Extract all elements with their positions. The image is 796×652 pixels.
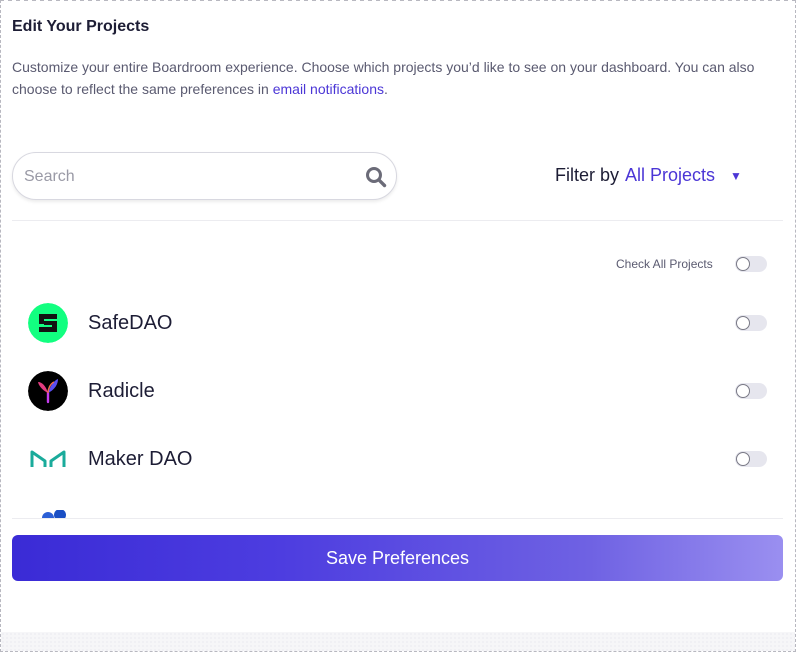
filter-selected-value[interactable]: All Projects [625,165,715,186]
check-all-toggle[interactable] [735,256,767,272]
footer-divider [12,518,783,519]
page-title: Edit Your Projects [12,18,150,35]
background-pattern [1,632,795,651]
search-box[interactable] [12,152,397,200]
project-row-safedao: SafeDAO [28,303,768,343]
caret-down-icon[interactable]: ▼ [730,169,742,183]
project-list-overflow [0,500,796,518]
toggle-knob [736,452,750,466]
toggle-knob [736,257,750,271]
makerdao-logo-icon [28,439,68,479]
filter-dropdown[interactable]: Filter by All Projects ▼ [555,165,742,186]
project-name: SafeDAO [88,312,173,334]
project-toggle-makerdao[interactable] [735,451,767,467]
check-all-label: Check All Projects [616,257,713,271]
project-toggle-safedao[interactable] [735,315,767,331]
toggle-knob [736,316,750,330]
description-suffix: . [383,81,388,97]
email-notifications-link[interactable]: email notifications [273,81,384,97]
project-row-radicle: Radicle [28,371,768,411]
search-icon[interactable] [365,166,387,188]
project-name: Maker DAO [88,448,193,470]
search-input[interactable] [24,166,354,188]
toggle-knob [736,384,750,398]
filter-label: Filter by [555,165,620,185]
project-toggle-radicle[interactable] [735,383,767,399]
top-dashed-border [0,0,796,1]
save-preferences-button[interactable]: Save Preferences [12,535,783,581]
safedao-logo-icon [28,303,68,343]
page-description: Customize your entire Boardroom experien… [12,56,777,100]
section-divider [12,220,783,221]
radicle-logo-icon [28,371,68,411]
project-name: Radicle [88,380,155,402]
next-project-logo-icon [42,510,66,518]
project-row-makerdao: Maker DAO [28,439,768,479]
